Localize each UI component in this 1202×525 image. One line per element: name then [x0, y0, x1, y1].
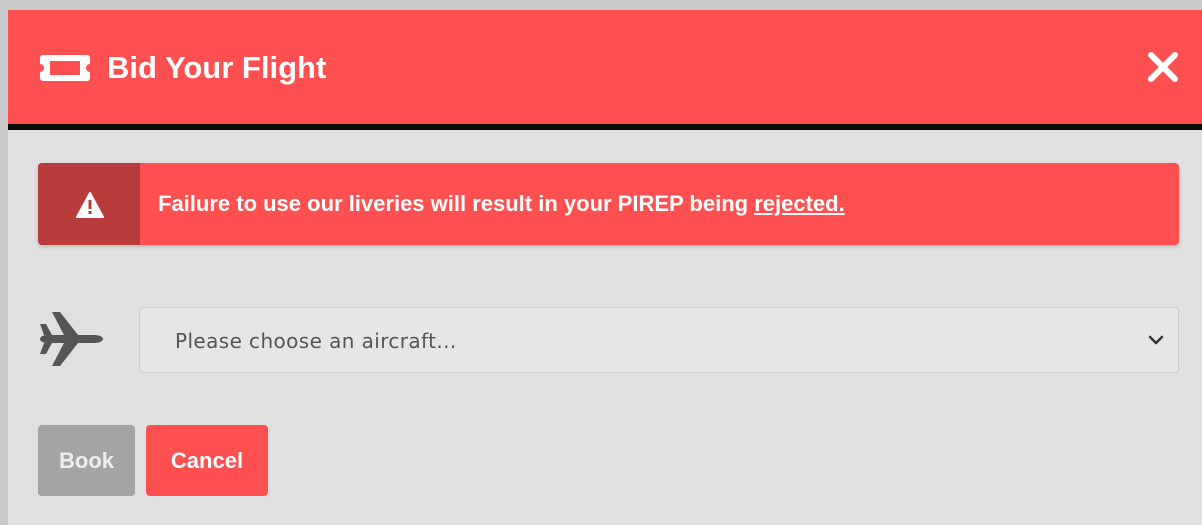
alert-icon-box — [38, 163, 140, 245]
alert-message-text: Failure to use our liveries will result … — [158, 191, 755, 216]
warning-icon — [76, 192, 104, 218]
book-button[interactable]: Book — [38, 425, 135, 496]
close-icon[interactable] — [1146, 50, 1180, 84]
ticket-icon — [40, 55, 90, 81]
modal-title: Bid Your Flight — [107, 50, 327, 85]
bid-flight-modal: Bid Your Flight Failure to use our liver… — [8, 10, 1202, 525]
warning-alert: Failure to use our liveries will result … — [38, 163, 1179, 245]
cancel-button[interactable]: Cancel — [146, 425, 268, 496]
aircraft-select-placeholder: Please choose an aircraft... — [175, 329, 457, 353]
rejected-link[interactable]: rejected. — [754, 191, 845, 216]
modal-header: Bid Your Flight — [8, 10, 1202, 130]
plane-icon — [40, 312, 103, 366]
chevron-down-icon — [1148, 335, 1164, 345]
alert-message: Failure to use our liveries will result … — [158, 189, 845, 219]
aircraft-select[interactable]: Please choose an aircraft... — [139, 307, 1179, 373]
